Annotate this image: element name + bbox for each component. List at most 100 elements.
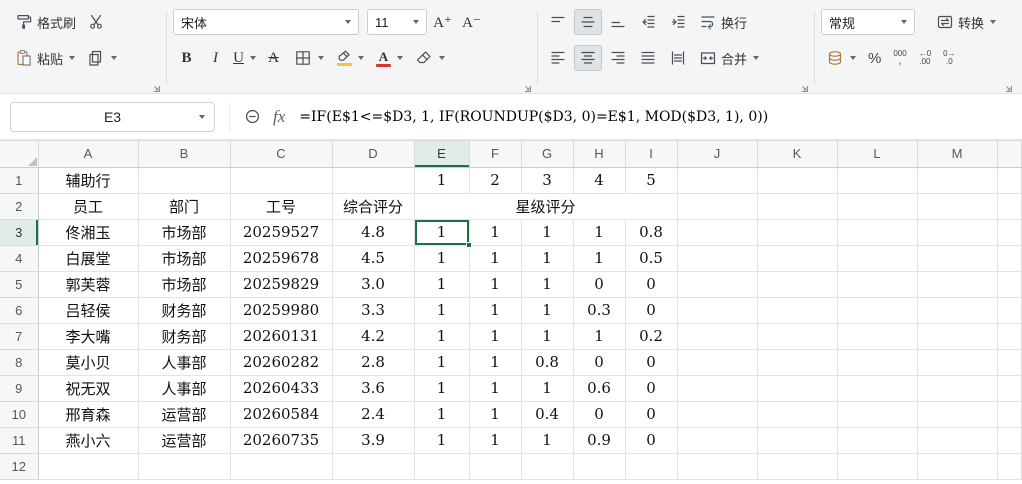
cell-K5[interactable] bbox=[757, 271, 837, 297]
cell-M7[interactable] bbox=[917, 323, 997, 349]
cell-D2[interactable]: 综合评分 bbox=[332, 193, 414, 219]
cell-B10[interactable]: 运营部 bbox=[138, 401, 230, 427]
cell-I3[interactable]: 0.8 bbox=[625, 219, 677, 245]
font-color-button[interactable]: A bbox=[371, 46, 408, 71]
align-left-button[interactable] bbox=[544, 45, 572, 71]
cell-G8[interactable]: 0.8 bbox=[521, 349, 573, 375]
row-header-10[interactable]: 10 bbox=[0, 401, 38, 427]
cell-L8[interactable] bbox=[837, 349, 917, 375]
cell-C12[interactable] bbox=[230, 453, 332, 479]
cell-H6[interactable]: 0.3 bbox=[573, 297, 625, 323]
align-middle-button[interactable] bbox=[574, 9, 602, 35]
cell-J5[interactable] bbox=[677, 271, 757, 297]
cell-M11[interactable] bbox=[917, 427, 997, 453]
align-right-button[interactable] bbox=[604, 45, 632, 71]
bold-button[interactable]: B bbox=[173, 46, 200, 71]
row-header-4[interactable]: 4 bbox=[0, 245, 38, 271]
align-center-button[interactable] bbox=[574, 45, 602, 71]
cell-C4[interactable]: 20259678 bbox=[230, 245, 332, 271]
cell-M12[interactable] bbox=[917, 453, 997, 479]
cell-J6[interactable] bbox=[677, 297, 757, 323]
cell-G12[interactable] bbox=[521, 453, 573, 479]
cell-A7[interactable]: 李大嘴 bbox=[38, 323, 138, 349]
row-header-2[interactable]: 2 bbox=[0, 193, 38, 219]
cell-F4[interactable]: 1 bbox=[469, 245, 521, 271]
cell-J2[interactable] bbox=[677, 193, 757, 219]
cell-F5[interactable]: 1 bbox=[469, 271, 521, 297]
cell-M8[interactable] bbox=[917, 349, 997, 375]
cell-B2[interactable]: 部门 bbox=[138, 193, 230, 219]
cell-F3[interactable]: 1 bbox=[469, 219, 521, 245]
cell-M4[interactable] bbox=[917, 245, 997, 271]
cell-E9[interactable]: 1 bbox=[414, 375, 469, 401]
row-header-5[interactable]: 5 bbox=[0, 271, 38, 297]
name-box[interactable]: E3 bbox=[10, 102, 215, 132]
cell-I1[interactable]: 5 bbox=[625, 167, 677, 193]
cell-G6[interactable]: 1 bbox=[521, 297, 573, 323]
row-header-11[interactable]: 11 bbox=[0, 427, 38, 453]
cell-A1[interactable]: 辅助行 bbox=[38, 167, 138, 193]
cell-A3[interactable]: 佟湘玉 bbox=[38, 219, 138, 245]
column-header-C[interactable]: C bbox=[230, 141, 332, 167]
cell-L11[interactable] bbox=[837, 427, 917, 453]
cell-B11[interactable]: 运营部 bbox=[138, 427, 230, 453]
cell-L12[interactable] bbox=[837, 453, 917, 479]
cell-K11[interactable] bbox=[757, 427, 837, 453]
cell-G9[interactable]: 1 bbox=[521, 375, 573, 401]
cell-A5[interactable]: 郭芙蓉 bbox=[38, 271, 138, 297]
borders-button[interactable] bbox=[289, 45, 329, 71]
cell-E3[interactable]: 1 bbox=[414, 219, 469, 245]
column-header-B[interactable]: B bbox=[138, 141, 230, 167]
fill-color-button[interactable] bbox=[331, 46, 369, 70]
fill-handle[interactable] bbox=[466, 242, 472, 248]
cell-D10[interactable]: 2.4 bbox=[332, 401, 414, 427]
paste-button[interactable]: 粘贴 bbox=[10, 45, 80, 72]
cell-M3[interactable] bbox=[917, 219, 997, 245]
increase-indent-button[interactable] bbox=[664, 9, 692, 35]
cell-C8[interactable]: 20260282 bbox=[230, 349, 332, 375]
cell-B6[interactable]: 财务部 bbox=[138, 297, 230, 323]
cell-A8[interactable]: 莫小贝 bbox=[38, 349, 138, 375]
column-header-H[interactable]: H bbox=[573, 141, 625, 167]
cell-A6[interactable]: 吕轻侯 bbox=[38, 297, 138, 323]
cell-H10[interactable]: 0 bbox=[573, 401, 625, 427]
cell-I8[interactable]: 0 bbox=[625, 349, 677, 375]
cell-I12[interactable] bbox=[625, 453, 677, 479]
cell-C7[interactable]: 20260131 bbox=[230, 323, 332, 349]
cell-A10[interactable]: 邢育森 bbox=[38, 401, 138, 427]
wrap-text-button[interactable]: 换行 bbox=[694, 9, 752, 36]
column-header-D[interactable]: D bbox=[332, 141, 414, 167]
cell-D8[interactable]: 2.8 bbox=[332, 349, 414, 375]
merge-cells-button[interactable]: 合并 bbox=[694, 45, 764, 72]
cell-C10[interactable]: 20260584 bbox=[230, 401, 332, 427]
cell-I5[interactable]: 0 bbox=[625, 271, 677, 297]
cell-K10[interactable] bbox=[757, 401, 837, 427]
cell-G3[interactable]: 1 bbox=[521, 219, 573, 245]
cell-D1[interactable] bbox=[332, 167, 414, 193]
cell-H5[interactable]: 0 bbox=[573, 271, 625, 297]
row-header-7[interactable]: 7 bbox=[0, 323, 38, 349]
cell-J4[interactable] bbox=[677, 245, 757, 271]
cell-D3[interactable]: 4.8 bbox=[332, 219, 414, 245]
cell-C5[interactable]: 20259829 bbox=[230, 271, 332, 297]
formula-input[interactable]: =IF(E$1<=$D3, 1, IF(ROUNDUP($D3, 0)=E$1,… bbox=[299, 109, 1012, 125]
number-dialog-launcher[interactable] bbox=[1003, 81, 1013, 91]
cell-K2[interactable] bbox=[757, 193, 837, 219]
cell-C11[interactable]: 20260735 bbox=[230, 427, 332, 453]
cell-B4[interactable]: 市场部 bbox=[138, 245, 230, 271]
cell-E4[interactable]: 1 bbox=[414, 245, 469, 271]
cell-F1[interactable]: 2 bbox=[469, 167, 521, 193]
cell-H11[interactable]: 0.9 bbox=[573, 427, 625, 453]
cell-B8[interactable]: 人事部 bbox=[138, 349, 230, 375]
cell-E5[interactable]: 1 bbox=[414, 271, 469, 297]
cell-G11[interactable]: 1 bbox=[521, 427, 573, 453]
cell-F9[interactable]: 1 bbox=[469, 375, 521, 401]
alignment-dialog-launcher[interactable] bbox=[799, 81, 809, 91]
cell-I10[interactable]: 0 bbox=[625, 401, 677, 427]
underline-button[interactable]: U bbox=[231, 46, 258, 71]
row-header-8[interactable]: 8 bbox=[0, 349, 38, 375]
column-header-A[interactable]: A bbox=[38, 141, 138, 167]
cell-L4[interactable] bbox=[837, 245, 917, 271]
cell-E11[interactable]: 1 bbox=[414, 427, 469, 453]
cell-G4[interactable]: 1 bbox=[521, 245, 573, 271]
